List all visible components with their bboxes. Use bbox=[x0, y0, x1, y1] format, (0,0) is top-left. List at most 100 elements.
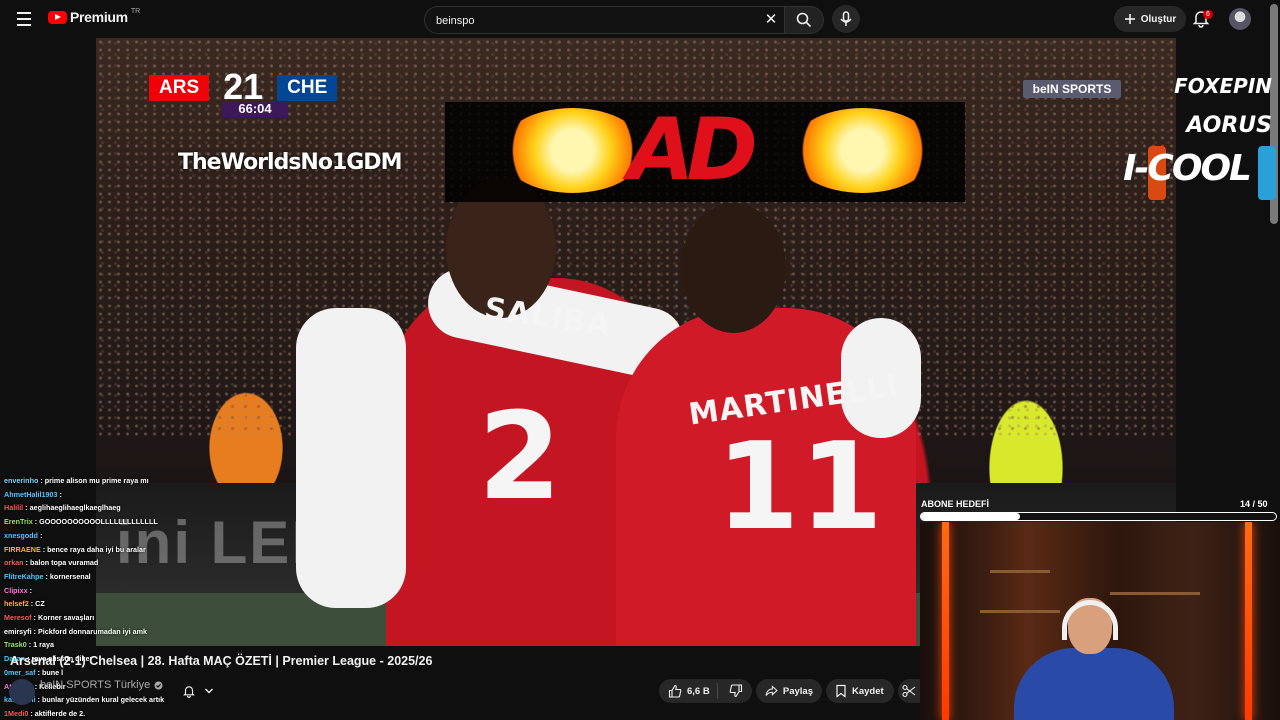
streamer-webcam bbox=[920, 522, 1280, 720]
create-label: Oluştur bbox=[1140, 13, 1177, 25]
chat-text: : bbox=[37, 530, 43, 540]
chat-text: : balon topa vuramad bbox=[23, 558, 99, 568]
shelf bbox=[1110, 592, 1200, 595]
action-divider bbox=[717, 683, 718, 699]
search-box: ✕ bbox=[424, 6, 785, 35]
chat-message: FIRRAENE : bence raya daha iyi bu aralar bbox=[0, 543, 254, 557]
chat-username[interactable]: enverinho bbox=[4, 476, 38, 485]
chat-message: Meresof : Korner savaşları bbox=[0, 611, 254, 625]
chat-username[interactable]: FIRRAENE bbox=[4, 545, 41, 554]
chat-message: helsef2 : CZ bbox=[0, 597, 254, 611]
notification-badge: 6 bbox=[1203, 10, 1213, 19]
chat-message: FlitreKahpe : kornersenal bbox=[0, 570, 254, 584]
channel-avatar[interactable] bbox=[9, 679, 35, 705]
chat-username[interactable]: emirsyfi bbox=[4, 627, 32, 636]
channel-name-text: beIN SPORTS Türkiye bbox=[40, 679, 151, 691]
microphone-icon bbox=[840, 11, 852, 26]
plus-icon bbox=[1124, 14, 1135, 24]
like-dislike-group: 6,6 B bbox=[659, 679, 752, 703]
streamer-tagline: TheWorldsNo1GDM bbox=[178, 150, 402, 175]
logo-country: TR bbox=[130, 7, 141, 15]
chat-text: : aeglihaeglihaeglkaeglhaeg bbox=[23, 503, 121, 513]
chat-text: : CZ bbox=[28, 599, 45, 609]
chat-message: ErenTrix : GOOOOOOOOOOLLLLLLLLLLLLL bbox=[0, 515, 254, 529]
chat-message: 1Medi0 : aktiflerde de 2. bbox=[0, 707, 254, 720]
search-button[interactable] bbox=[784, 6, 824, 34]
chat-text: : bbox=[57, 489, 62, 499]
logo-text: Premium bbox=[70, 9, 128, 25]
chat-username[interactable]: 0mer_saf bbox=[4, 668, 36, 677]
sponsor-icool: I-COOL bbox=[1123, 148, 1252, 189]
bookmark-icon bbox=[836, 684, 846, 698]
clip-button[interactable] bbox=[898, 679, 920, 703]
chat-message: Halilil : aeglihaeglihaeglkaeglhaeg bbox=[0, 501, 254, 515]
player-head bbox=[681, 203, 786, 333]
thumbs-down-icon[interactable] bbox=[729, 684, 743, 698]
save-button[interactable]: Kaydet bbox=[826, 679, 894, 703]
chat-text: : prime alison mu prime raya mı bbox=[38, 476, 149, 485]
subscriber-goal-label: ABONE HEDEFİ bbox=[921, 499, 990, 509]
video-title: Arsenal (2-1) Chelsea | 28. Hafta MAÇ ÖZ… bbox=[10, 654, 433, 668]
chat-text: : Pickford donnarumadan iyi amk bbox=[31, 626, 148, 636]
broadcaster-logo: beIN SPORTS bbox=[1023, 80, 1121, 98]
shelf bbox=[990, 570, 1050, 573]
chat-text: : aktiflerde de 2. bbox=[28, 708, 86, 718]
sponsor-aorus: AORUS bbox=[1186, 113, 1272, 138]
chat-username[interactable]: Clipixx bbox=[4, 586, 28, 595]
create-button[interactable]: Oluştur bbox=[1114, 6, 1186, 32]
shelf bbox=[980, 610, 1060, 613]
search-input[interactable] bbox=[434, 7, 738, 35]
player-sleeve bbox=[296, 308, 406, 608]
chat-username[interactable]: xnesgodd bbox=[4, 531, 38, 540]
chevron-down-icon bbox=[205, 688, 213, 694]
subscriber-goal-count: 14 / 50 bbox=[1240, 499, 1268, 509]
top-bar: Premium TR ✕ Oluştur 6 bbox=[0, 0, 1280, 38]
clear-search-icon[interactable]: ✕ bbox=[763, 12, 779, 28]
verified-icon bbox=[154, 681, 163, 689]
thumbs-up-icon[interactable] bbox=[668, 684, 682, 698]
share-icon bbox=[765, 685, 778, 696]
like-count[interactable]: 6,6 B bbox=[687, 686, 710, 697]
chat-username[interactable]: Trask0 bbox=[4, 640, 27, 649]
chat-username[interactable]: Meresof bbox=[4, 613, 32, 622]
share-button[interactable]: Paylaş bbox=[756, 679, 822, 703]
jersey-number: 11 bbox=[716, 418, 883, 557]
subscription-bell-button[interactable] bbox=[172, 680, 224, 702]
chat-username[interactable]: helsef2 bbox=[4, 599, 29, 608]
chat-text: : bune l bbox=[35, 667, 64, 677]
flame-right bbox=[790, 108, 935, 193]
youtube-logo[interactable]: Premium TR bbox=[48, 7, 141, 25]
chat-text: : bbox=[27, 585, 32, 595]
save-label: Kaydet bbox=[852, 685, 884, 697]
led-light bbox=[1245, 522, 1252, 720]
chat-message: Trask0 : 1 raya bbox=[0, 638, 254, 652]
chat-username[interactable]: 1Medi0 bbox=[4, 709, 28, 718]
chat-message: xnesgodd : bbox=[0, 529, 254, 543]
flame-left bbox=[500, 108, 645, 193]
sponsor-foxepin: FOXEPIN bbox=[1174, 74, 1272, 98]
chat-message: enverinho : prime alison mu prime raya m… bbox=[0, 474, 254, 488]
chat-username[interactable]: FlitreKahpe bbox=[4, 572, 44, 581]
chat-message: orkan : balon topa vuramad bbox=[0, 556, 254, 570]
ad-logo-text: AD bbox=[628, 100, 758, 200]
streamer-jersey bbox=[1014, 648, 1174, 720]
voice-search-button[interactable] bbox=[832, 5, 860, 33]
away-team: CHE bbox=[277, 75, 338, 101]
chat-text: : kornersenal bbox=[43, 571, 91, 581]
chat-username[interactable]: orkan bbox=[4, 558, 24, 567]
hamburger-menu-icon[interactable] bbox=[12, 8, 36, 30]
chat-text: : bunlar yüzünden kural gelecek artık bbox=[35, 695, 165, 705]
chat-text: : Korner savaşları bbox=[31, 613, 95, 623]
share-label: Paylaş bbox=[782, 685, 813, 697]
chat-message: AhmetHalil1903 : bbox=[0, 488, 254, 502]
led-light bbox=[942, 522, 949, 720]
youtube-play-icon bbox=[48, 10, 67, 24]
subscriber-goal-fill bbox=[921, 513, 1021, 520]
chat-username[interactable]: ErenTrix bbox=[4, 517, 33, 526]
channel-name[interactable]: beIN SPORTS Türkiye bbox=[40, 679, 163, 691]
chat-username[interactable]: AhmetHalil1903 bbox=[4, 490, 58, 499]
chat-username[interactable]: Halilil bbox=[4, 503, 23, 512]
jersey-number: 2 bbox=[478, 388, 562, 527]
headset bbox=[1062, 600, 1118, 640]
account-avatar[interactable] bbox=[1229, 8, 1251, 30]
